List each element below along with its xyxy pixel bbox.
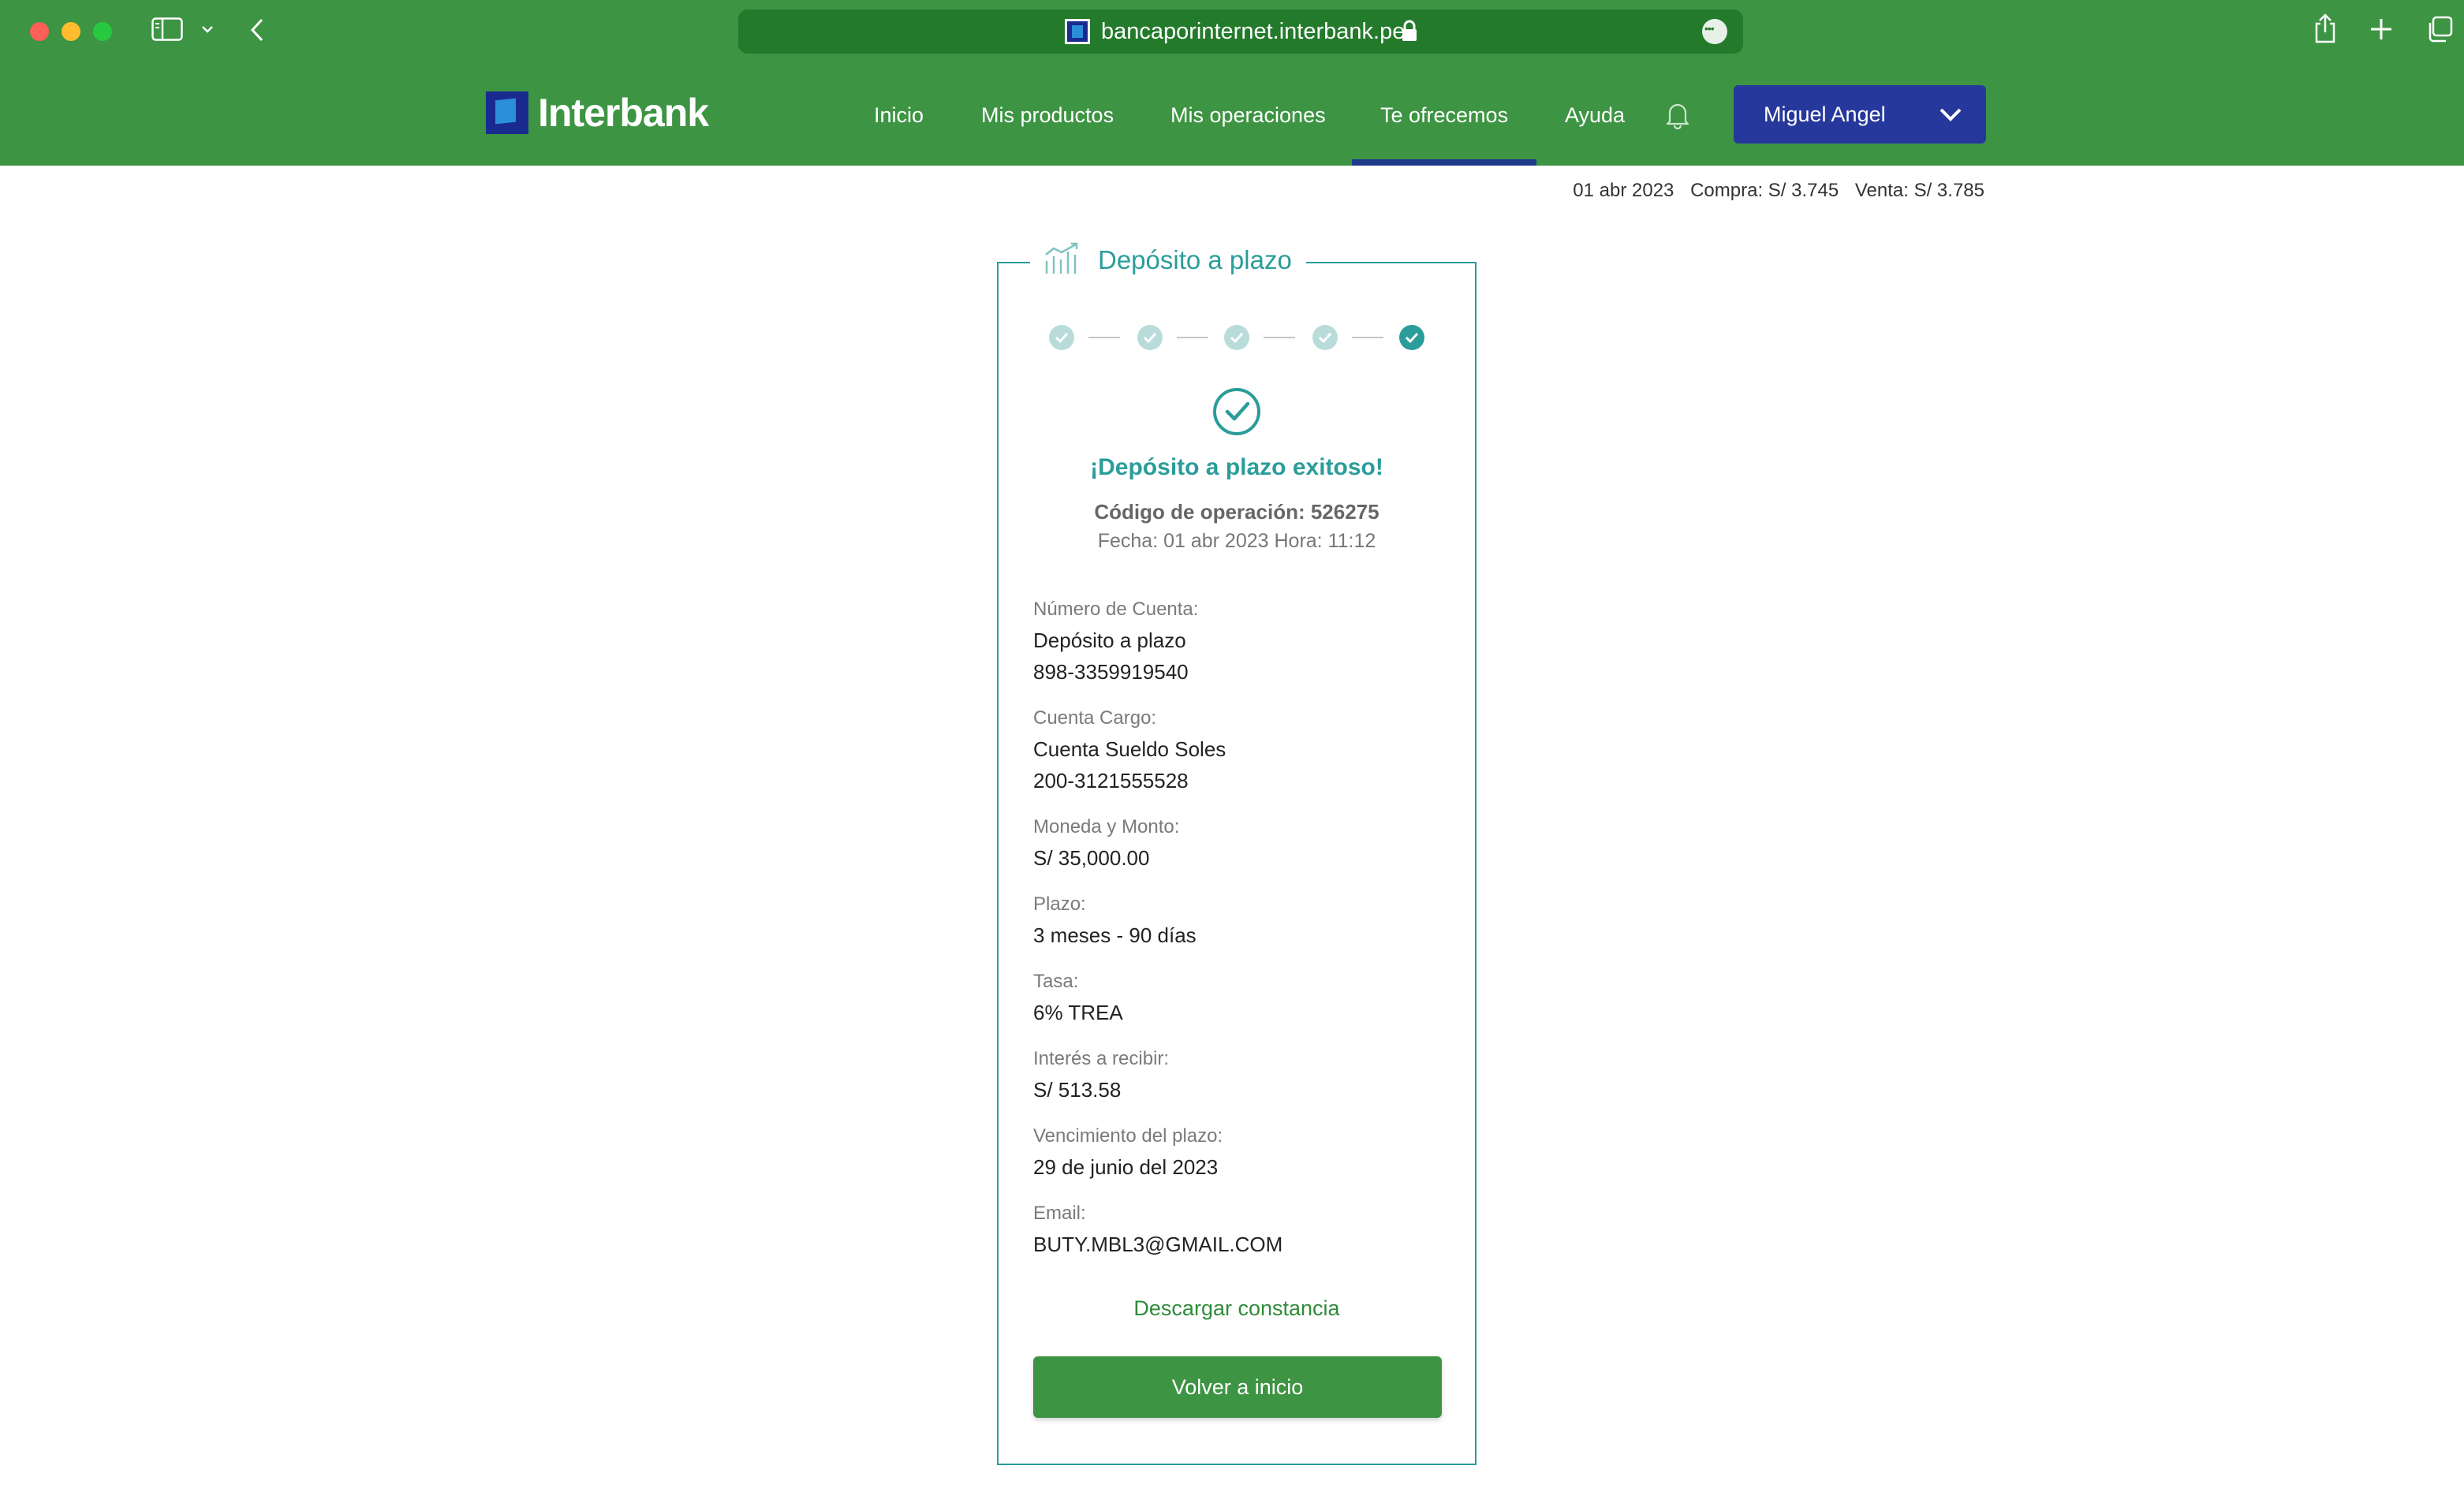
interbank-logo-icon	[486, 91, 528, 134]
field-label: Email:	[1033, 1203, 1086, 1224]
field-label: Moneda y Monto:	[1033, 816, 1180, 837]
field-value: Cuenta Sueldo Soles	[1033, 737, 1226, 761]
field-value: 3 meses - 90 días	[1033, 923, 1197, 947]
detail-field: Tasa: 6% TREA	[1033, 967, 1443, 1028]
card-title: Depósito a plazo	[1098, 245, 1292, 274]
zoom-window-button[interactable]	[93, 22, 112, 41]
deposit-details: Número de Cuenta: Depósito a plazo 898-3…	[1033, 595, 1443, 1276]
user-menu-button[interactable]: Miguel Angel	[1734, 85, 1986, 144]
detail-field: Interés a recibir: S/ 513.58	[1033, 1044, 1443, 1106]
operation-code: Código de operación: 526275	[1094, 500, 1379, 524]
nav-mis-operaciones[interactable]: Mis operaciones	[1170, 66, 1326, 166]
share-icon[interactable]	[2313, 13, 2338, 44]
field-value: BUTY.MBL3@GMAIL.COM	[1033, 1233, 1283, 1256]
url-text: bancaporinternet.interbank.pe	[1101, 19, 1406, 44]
field-label: Tasa:	[1033, 971, 1079, 992]
step-check-icon	[1399, 325, 1424, 350]
new-tab-icon[interactable]	[2369, 17, 2393, 41]
operation-date: Fecha: 01 abr 2023 Hora: 11:12	[1097, 530, 1376, 552]
minimize-window-button[interactable]	[62, 22, 80, 41]
user-name: Miguel Angel	[1764, 103, 1886, 126]
chevron-down-icon	[1939, 104, 1962, 129]
rates-buy: Compra: S/ 3.745	[1690, 180, 1839, 201]
detail-field: Número de Cuenta: Depósito a plazo 898-3…	[1033, 595, 1443, 688]
field-value: Depósito a plazo	[1033, 628, 1186, 652]
nav-ayuda[interactable]: Ayuda	[1565, 66, 1625, 166]
nav-mis-productos[interactable]: Mis productos	[981, 66, 1114, 166]
progress-stepper	[999, 322, 1475, 353]
step-check-icon	[1312, 325, 1338, 350]
rates-date: 01 abr 2023	[1573, 180, 1674, 201]
field-label: Interés a recibir:	[1033, 1048, 1170, 1069]
lock-icon	[1401, 19, 1418, 47]
success-title: ¡Depósito a plazo exitoso!	[1090, 454, 1383, 480]
site-header: Interbank Inicio Mis productos Mis opera…	[0, 66, 2464, 166]
sidebar-toggle-icon[interactable]	[151, 17, 183, 41]
step-check-icon	[1224, 325, 1249, 350]
nav-te-ofrecemos[interactable]: Te ofrecemos	[1351, 66, 1537, 166]
page-menu-icon[interactable]	[1702, 19, 1727, 44]
interbank-logo[interactable]: Interbank	[486, 90, 709, 136]
exchange-rates: 01 abr 2023 Compra: S/ 3.745 Venta: S/ 3…	[1562, 180, 1984, 202]
field-value: S/ 513.58	[1033, 1078, 1122, 1102]
step-connector	[1352, 337, 1383, 338]
address-bar[interactable]: bancaporinternet.interbank.pe	[738, 9, 1743, 54]
rates-sell: Venta: S/ 3.785	[1854, 180, 1984, 201]
step-check-icon	[1049, 325, 1074, 350]
bell-icon[interactable]	[1664, 101, 1691, 133]
chevron-down-icon[interactable]	[200, 24, 215, 35]
site-favicon-icon	[1065, 19, 1090, 44]
chart-growth-icon	[1044, 242, 1081, 279]
tab-overview-icon[interactable]	[2426, 16, 2453, 43]
success-check-icon	[1213, 388, 1260, 435]
field-value: 29 de junio del 2023	[1033, 1155, 1219, 1179]
field-value: 200-3121555528	[1033, 769, 1189, 793]
back-icon[interactable]	[249, 17, 265, 43]
field-value: S/ 35,000.00	[1033, 846, 1150, 870]
detail-field: Moneda y Monto: S/ 35,000.00	[1033, 812, 1443, 874]
step-connector	[1088, 337, 1120, 338]
step-check-icon	[1137, 325, 1163, 350]
field-value: 898-3359919540	[1033, 660, 1189, 684]
step-connector	[1177, 337, 1208, 338]
detail-field: Plazo: 3 meses - 90 días	[1033, 889, 1443, 951]
logo-text: Interbank	[538, 91, 709, 135]
step-connector	[1264, 337, 1295, 338]
close-window-button[interactable]	[30, 22, 49, 41]
detail-field: Vencimiento del plazo: 29 de junio del 2…	[1033, 1121, 1443, 1183]
field-value: 6% TREA	[1033, 1001, 1123, 1024]
field-label: Vencimiento del plazo:	[1033, 1125, 1223, 1147]
browser-toolbar: bancaporinternet.interbank.pe	[0, 0, 2464, 66]
field-label: Cuenta Cargo:	[1033, 707, 1157, 729]
nav-inicio[interactable]: Inicio	[874, 66, 924, 166]
card-header: Depósito a plazo	[1030, 237, 1306, 284]
detail-field: Cuenta Cargo: Cuenta Sueldo Soles 200-31…	[1033, 703, 1443, 796]
download-receipt-link[interactable]: Descargar constancia	[999, 1296, 1475, 1321]
field-label: Número de Cuenta:	[1033, 599, 1199, 620]
back-to-home-button[interactable]: Volver a inicio	[1033, 1356, 1442, 1418]
deposit-card: Depósito a plazo ¡Depósito a plazo exito…	[997, 237, 1477, 1465]
field-label: Plazo:	[1033, 893, 1086, 915]
detail-field: Email: BUTY.MBL3@GMAIL.COM	[1033, 1199, 1443, 1260]
